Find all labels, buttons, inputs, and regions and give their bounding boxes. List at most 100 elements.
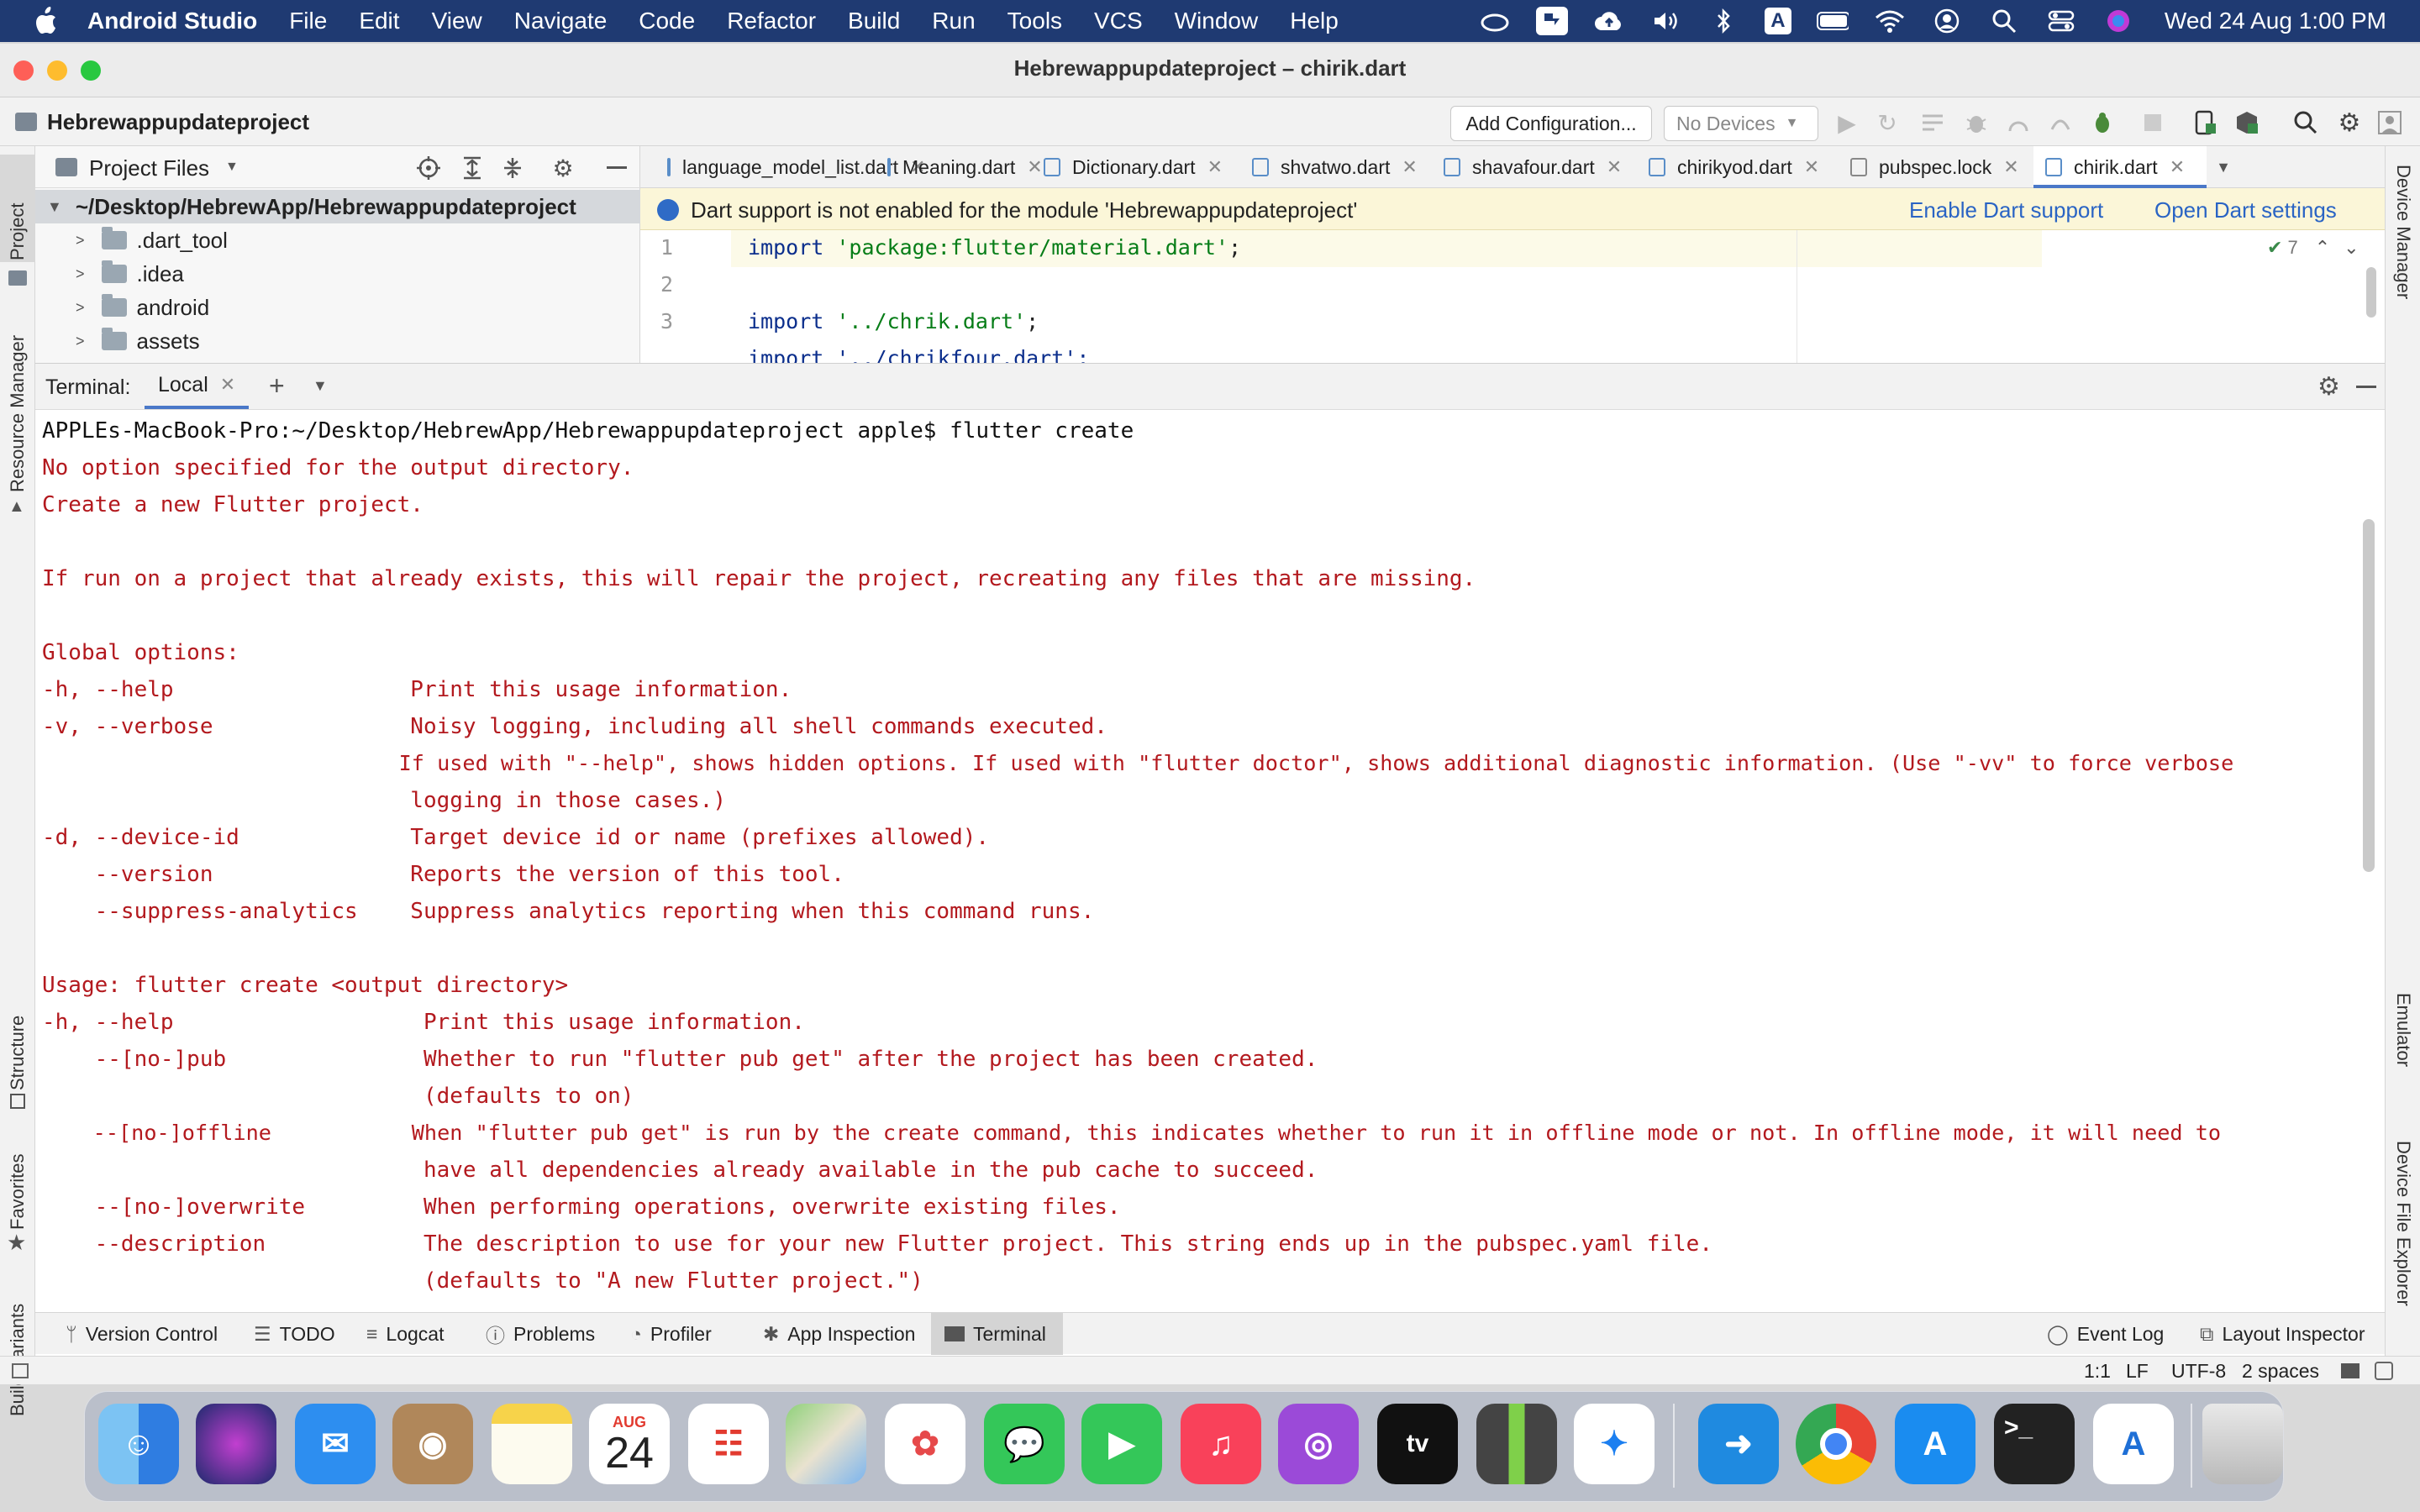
apple-menu-icon[interactable] (29, 4, 62, 38)
chevron-right-icon[interactable]: > (76, 299, 85, 317)
chrome-app-icon[interactable] (1796, 1404, 1876, 1484)
cloud-upload-icon[interactable] (1593, 7, 1625, 35)
menu-window[interactable]: Window (1175, 8, 1259, 34)
apply-changes-icon[interactable] (1918, 108, 1948, 138)
migration-app-icon[interactable]: ➜ (1698, 1404, 1779, 1484)
terminal-output[interactable]: APPLEs-MacBook-Pro:~/Desktop/HebrewApp/H… (35, 410, 2385, 1356)
menu-tools[interactable]: Tools (1007, 8, 1062, 34)
user-account-icon[interactable] (1931, 7, 1963, 35)
profile-icon[interactable] (2003, 108, 2033, 138)
chevron-down-icon[interactable]: ▼ (47, 198, 62, 216)
app-store-app-icon[interactable]: A (1895, 1404, 1975, 1484)
device-manager-label[interactable]: Device Manager (2392, 165, 2414, 299)
profiler-tab[interactable]: ◔ Profiler (622, 1313, 720, 1355)
android-studio-app-icon[interactable]: A (2093, 1404, 2174, 1484)
device-file-explorer-label[interactable]: Device File Explorer (2392, 1141, 2414, 1306)
podcasts-app-icon[interactable]: ◎ (1278, 1404, 1359, 1484)
collapse-all-icon[interactable] (497, 153, 528, 183)
read-only-lock-icon[interactable] (2341, 1363, 2360, 1378)
bluetooth-icon[interactable] (1707, 7, 1739, 35)
run-icon[interactable]: ▶ (1832, 108, 1862, 138)
nav-project-name[interactable]: Hebrewappupdateproject (47, 109, 309, 135)
previous-highlight-icon[interactable]: ⌃ (2315, 237, 2330, 259)
problems-tab[interactable]: ⓘ Problems (477, 1313, 603, 1355)
battery-icon[interactable] (1816, 7, 1849, 35)
music-app-icon[interactable]: ♫ (1181, 1404, 1261, 1484)
rerun-icon[interactable]: ↻ (1872, 108, 1902, 138)
tree-item[interactable]: > android (76, 291, 209, 324)
screen-share-icon[interactable] (1535, 7, 1568, 35)
menu-file[interactable]: File (289, 8, 327, 34)
mail-app-icon[interactable]: ✉ (295, 1404, 376, 1484)
version-control-tab[interactable]: ᛘ Version Control (57, 1313, 226, 1355)
chevron-right-icon[interactable]: > (76, 333, 85, 350)
archive-utility-app-icon[interactable] (1476, 1404, 1557, 1484)
line-separator[interactable]: LF (2126, 1360, 2149, 1383)
tab-shavafour[interactable]: shavafour.dart ✕ (1432, 146, 1637, 188)
tree-item[interactable]: > .idea (76, 257, 184, 291)
menu-edit[interactable]: Edit (359, 8, 399, 34)
messages-app-icon[interactable]: 💬 (984, 1404, 1065, 1484)
favorites-label[interactable]: Favorites (7, 1154, 29, 1230)
terminal-tool-tab[interactable]: Terminal (931, 1313, 1063, 1355)
tree-root[interactable]: ▼ ~/Desktop/HebrewApp/Hebrewappupdatepro… (35, 190, 640, 223)
terminal-scrollbar[interactable] (2363, 519, 2375, 872)
reminders-app-icon[interactable]: ☷ (688, 1404, 769, 1484)
creative-cloud-icon[interactable] (1479, 7, 1511, 35)
menu-clock[interactable]: Wed 24 Aug 1:00 PM (2165, 8, 2386, 34)
search-everywhere-icon[interactable] (2291, 108, 2321, 138)
tabs-overflow-chevron-icon[interactable]: ▼ (2207, 146, 2240, 188)
add-configuration-button[interactable]: Add Configuration... (1450, 106, 1652, 141)
close-tab-icon[interactable]: ✕ (1804, 156, 1819, 178)
maps-app-icon[interactable] (786, 1404, 866, 1484)
debug-icon[interactable] (1961, 108, 1991, 138)
terminal-app-icon[interactable]: >_ (1994, 1404, 2075, 1484)
close-tab-icon[interactable]: ✕ (2003, 156, 2018, 178)
device-manager-toolbar-icon[interactable] (2190, 108, 2220, 138)
control-center-icon[interactable] (2045, 7, 2077, 35)
tab-dictionary[interactable]: Dictionary.dart ✕ (1032, 146, 1240, 188)
menu-build[interactable]: Build (848, 8, 900, 34)
tab-language-model-list[interactable]: language_model_list.dart ✕ (640, 146, 925, 188)
close-tab-icon[interactable]: ✕ (1607, 156, 1622, 178)
emulator-label[interactable]: Emulator (2392, 993, 2414, 1067)
menu-view[interactable]: View (432, 8, 482, 34)
code-editor[interactable]: 1 2 3 import 'package:flutter/material.d… (640, 230, 2385, 363)
event-log-tab[interactable]: ◯ Event Log (2039, 1313, 2172, 1355)
project-tool-label[interactable]: Project (7, 203, 29, 260)
todo-tab[interactable]: ☰ TODO (245, 1313, 344, 1355)
facetime-app-icon[interactable]: ▶ (1081, 1404, 1162, 1484)
enable-dart-support-link[interactable]: Enable Dart support (1909, 197, 2103, 223)
caret-position[interactable]: 1:1 (2084, 1360, 2111, 1383)
safari-app-icon[interactable]: ✦ (1574, 1404, 1655, 1484)
menu-run[interactable]: Run (932, 8, 975, 34)
menu-navigate[interactable]: Navigate (514, 8, 608, 34)
device-selector[interactable]: No Devices ▼ (1664, 106, 1818, 141)
inspection-widget[interactable]: ✔ 7 ⌃ ⌄ (2267, 237, 2360, 259)
indent-setting[interactable]: 2 spaces (2242, 1360, 2319, 1383)
attach-debugger-icon[interactable] (2045, 108, 2075, 138)
stop-icon[interactable] (2138, 108, 2168, 138)
app-inspection-tab[interactable]: ✱ App Inspection (755, 1313, 923, 1355)
resource-manager-label[interactable]: Resource Manager (7, 335, 29, 492)
new-terminal-tab-icon[interactable]: + (269, 370, 285, 402)
tab-chirik[interactable]: chirik.dart ✕ (2033, 146, 2207, 188)
siri-app-icon[interactable] (196, 1404, 276, 1484)
hide-panel-icon[interactable] (607, 166, 627, 169)
volume-icon[interactable] (1650, 7, 1682, 35)
finder-app-icon[interactable]: ☺ (98, 1404, 179, 1484)
notes-app-icon[interactable] (492, 1404, 572, 1484)
tab-chirikyod[interactable]: chirikyod.dart ✕ (1637, 146, 1839, 188)
close-tab-icon[interactable]: ✕ (1207, 156, 1223, 178)
terminal-tab-local[interactable]: Local ✕ (145, 364, 250, 409)
account-icon[interactable] (2375, 108, 2405, 138)
chevron-right-icon[interactable]: > (76, 232, 85, 249)
close-tab-icon[interactable]: ✕ (1402, 156, 1417, 178)
tab-shvatwo[interactable]: shvatwo.dart ✕ (1240, 146, 1432, 188)
attach-bug-icon[interactable] (2087, 108, 2118, 138)
locate-file-icon[interactable] (413, 153, 444, 183)
menu-vcs[interactable]: VCS (1094, 8, 1143, 34)
chevron-down-icon[interactable]: ▼ (313, 377, 328, 395)
panel-settings-gear-icon[interactable]: ⚙ (548, 153, 578, 183)
siri-icon[interactable] (2102, 7, 2134, 35)
